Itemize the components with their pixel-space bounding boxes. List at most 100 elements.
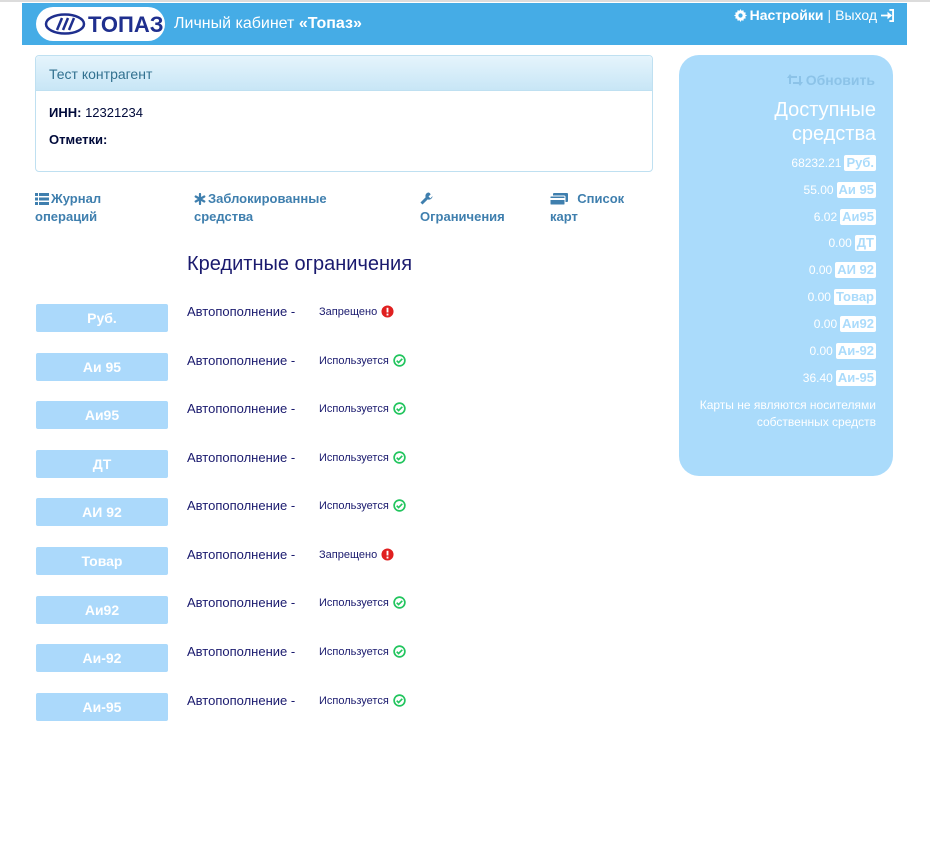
wrench-icon [420,192,433,205]
autorefill-status-text: Используется [319,645,389,658]
logo-text: ТОПАЗ [88,12,164,37]
fund-amount: 0.00 [808,263,833,277]
fund-amount: 0.00 [807,290,831,304]
nav-journal-line1: Журнал [51,191,102,206]
autorefill-status: Запрещено [319,305,394,318]
fund-amount: 0.00 [809,344,833,358]
autorefill-status: Используется [319,354,406,367]
sign-in-icon [881,8,894,22]
check-circle-icon [393,499,406,512]
fund-amount: 0.00 [828,236,852,250]
nav-journal[interactable]: Журнал операций [35,190,101,226]
fund-row: 0.00 Аи-92 [809,343,876,359]
autorefill-status: Используется [319,499,406,512]
autorefill-label: Автопополнение - [187,644,296,659]
autorefill-status: Используется [319,402,406,415]
fund-amount: 0.00 [813,317,838,331]
fund-product-tag: Аи 95 [836,182,876,198]
fund-row: 6.02 Аи95 [814,209,876,225]
fund-amount: 55.00 [803,183,834,197]
topaz-logo[interactable]: ТОПАЗ [36,7,165,41]
autorefill-status: Используется [319,451,406,464]
header-separator: | [827,7,832,23]
autorefill-status-text: Используется [319,402,389,415]
product-button[interactable]: Аи92 [36,596,168,624]
product-button[interactable]: Товар [36,547,168,575]
inn-label: ИНН: [49,105,82,120]
autorefill-label: Автопополнение - [187,353,296,368]
exclamation-circle-icon [381,305,394,318]
product-button[interactable]: Аи-95 [36,693,168,721]
exclamation-circle-icon [381,548,394,561]
retweet-icon [786,74,803,86]
nav-blocked-line2: средства [194,209,254,224]
nav-limits[interactable]: Ограничения [420,190,505,226]
logout-link[interactable]: Выход [835,7,895,23]
fund-product-tag: ДТ [854,235,876,251]
fund-row: 36.40 Аи-95 [803,370,876,386]
fund-product-tag: Руб. [844,155,876,171]
product-button[interactable]: Аи-92 [36,644,168,672]
marks-row: Отметки: [49,132,107,147]
check-circle-icon [393,451,406,464]
product-button[interactable]: Аи95 [36,401,168,429]
nav-cards-line1: Список [577,191,625,206]
autorefill-status-text: Используется [319,499,389,512]
cabinet-title-prefix: Личный кабинет [174,15,299,32]
settings-label: Настройки [749,7,824,23]
autorefill-status-text: Запрещено [319,305,378,318]
autorefill-status: Используется [319,694,406,707]
autorefill-status-text: Используется [319,596,389,609]
asterisk-icon [194,193,206,205]
fund-product-tag: Аи92 [840,316,876,332]
header-bar: ТОПАЗ Личный кабинет «Топаз» Настройки |… [22,3,907,45]
cabinet-title-brand: «Топаз» [298,15,362,32]
check-circle-icon [393,402,406,415]
autorefill-label: Автопополнение - [187,595,296,610]
credit-limits-title: Кредитные ограничения [187,253,413,275]
funds-title: Доступные средства [774,99,876,145]
client-name: Тест контрагент [36,56,652,91]
fund-row: 0.00 ДТ [828,235,876,251]
autorefill-status-text: Используется [319,354,389,367]
nav-cards-line2: карт [550,209,578,224]
fund-product-tag: Товар [833,289,876,305]
available-funds-panel: Обновить Доступные средства 68232.21 Руб.… [679,55,893,476]
credit-card-icon [550,193,568,205]
autorefill-label: Автопополнение - [187,401,296,416]
funds-note: Карты не являются носителями собственных… [699,398,876,429]
marks-label: Отметки: [49,132,108,147]
autorefill-label: Автопополнение - [187,450,296,465]
refresh-button[interactable]: Обновить [786,72,875,88]
nav-card-list[interactable]: Список карт [550,190,624,226]
nav-journal-line2: операций [35,209,98,224]
header-actions: Настройки | Выход [733,7,895,23]
product-button[interactable]: Руб. [36,304,168,332]
logout-label: Выход [835,7,877,23]
refresh-label: Обновить [805,72,875,88]
nav-blocked-funds[interactable]: Заблокированные средства [194,190,327,226]
client-panel: Тест контрагент ИНН: 12321234 Отметки: [35,55,653,172]
product-button[interactable]: Аи 95 [36,353,168,381]
check-circle-icon [393,645,406,658]
autorefill-status: Используется [319,645,406,658]
settings-link[interactable]: Настройки [733,7,824,23]
product-button[interactable]: АИ 92 [36,498,168,526]
fund-row: 0.00 АИ 92 [809,262,876,278]
autorefill-status: Запрещено [319,548,394,561]
autorefill-label: Автопополнение - [187,547,296,562]
autorefill-label: Автопополнение - [187,304,296,319]
gear-icon [733,8,747,22]
check-circle-icon [393,694,406,707]
fund-row: 0.00 Аи92 [814,316,876,332]
list-icon [35,193,49,205]
fund-row: 55.00 Аи 95 [804,182,876,198]
product-button[interactable]: ДТ [36,450,168,478]
nav-blocked-line1: Заблокированные [208,191,327,206]
fund-amount: 36.40 [802,371,833,385]
topaz-emblem-icon [44,13,86,35]
autorefill-label: Автопополнение - [187,693,296,708]
fund-product-tag: АИ 92 [835,262,876,278]
fund-product-tag: Аи95 [840,209,876,225]
fund-product-tag: Аи-95 [835,370,876,386]
